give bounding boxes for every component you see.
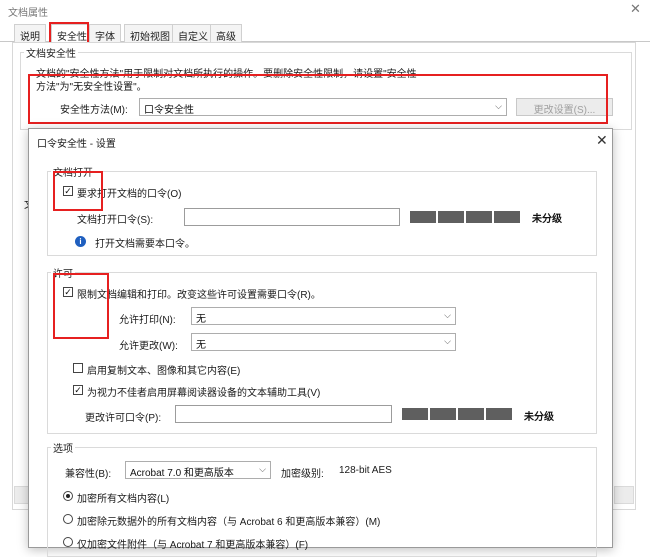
changes-select[interactable]: 无 ⌵ <box>191 333 456 351</box>
tab-bar: 说明 安全性 字体 初始视图 自定义 高级 <box>0 24 650 43</box>
tab-fonts[interactable]: 字体 <box>89 24 121 43</box>
encryption-level-value: 128-bit AES <box>339 465 392 476</box>
doc-security-group-title: 文档安全性 <box>24 45 78 60</box>
encrypt-all-radio[interactable] <box>63 491 73 501</box>
window-titlebar: 文档属性 ✕ <box>0 0 650 20</box>
screen-reader-checkbox[interactable]: ✓ <box>73 385 83 395</box>
changes-value: 无 <box>196 340 206 351</box>
encrypt-attachments-label: 仅加密文件附件（与 Acrobat 7 和更高版本兼容）(F) <box>77 540 309 551</box>
enable-copy-checkbox[interactable] <box>73 363 83 373</box>
printing-select[interactable]: 无 ⌵ <box>191 307 456 325</box>
chevron-down-icon: ⌵ <box>444 310 451 320</box>
chevron-down-icon: ⌵ <box>259 464 266 474</box>
encrypt-except-metadata-radio[interactable] <box>63 514 73 524</box>
tab-custom[interactable]: 自定义 <box>172 24 214 43</box>
open-info-text: 打开文档需要本口令。 <box>95 239 195 250</box>
window-title: 文档属性 <box>8 8 48 19</box>
highlight-security-method <box>28 74 608 124</box>
highlight-permissions <box>53 273 109 339</box>
perm-password-label: 更改许可口令(P): <box>85 413 162 424</box>
enable-copy-label: 启用复制文本、图像和其它内容(E) <box>87 366 241 377</box>
encrypt-except-metadata-label: 加密除元数据外的所有文档内容（与 Acrobat 6 和更高版本兼容）(M) <box>77 517 381 528</box>
encrypt-all-label: 加密所有文档内容(L) <box>77 494 170 505</box>
password-security-dialog: 口令安全性 - 设置 ✕ 文档打开 ✓ 要求打开文档的口令(O) 文档打开口令(… <box>28 128 613 557</box>
restrict-editing-label: 限制文档编辑和打印。改变这些许可设置需要口令(R)。 <box>77 290 321 301</box>
compat-label: 兼容性(B): <box>65 469 112 480</box>
open-password-input[interactable] <box>184 208 400 226</box>
window-close-icon[interactable]: ✕ <box>630 1 641 17</box>
info-icon: i <box>75 236 86 247</box>
perm-password-strength-meter <box>402 408 512 420</box>
open-password-strength: 未分级 <box>532 214 562 225</box>
options-section-title: 选项 <box>51 440 75 455</box>
tab-advanced[interactable]: 高级 <box>210 24 242 43</box>
encryption-level-label: 加密级别: <box>281 469 324 480</box>
screen-reader-label: 为视力不佳者启用屏幕阅读器设备的文本辅助工具(V) <box>87 388 321 399</box>
tab-description[interactable]: 说明 <box>14 24 46 43</box>
perm-password-strength: 未分级 <box>524 412 554 423</box>
compat-select[interactable]: Acrobat 7.0 和更高版本 ⌵ <box>125 461 271 479</box>
compat-value: Acrobat 7.0 和更高版本 <box>130 468 234 479</box>
dialog-title: 口令安全性 - 设置 <box>37 139 116 150</box>
perm-password-input[interactable] <box>175 405 392 423</box>
open-password-label: 文档打开口令(S): <box>77 215 154 226</box>
outer-button-right[interactable] <box>614 486 634 504</box>
chevron-down-icon: ⌵ <box>444 336 451 346</box>
dialog-close-icon[interactable]: ✕ <box>596 132 608 149</box>
tab-initial-view[interactable]: 初始视图 <box>124 24 176 43</box>
printing-value: 无 <box>196 314 206 325</box>
open-password-strength-meter <box>410 211 520 223</box>
highlight-require-password <box>53 171 103 211</box>
changes-label: 允许更改(W): <box>119 341 178 352</box>
dialog-titlebar: 口令安全性 - 设置 ✕ <box>29 129 612 153</box>
printing-label: 允许打印(N): <box>119 315 176 326</box>
